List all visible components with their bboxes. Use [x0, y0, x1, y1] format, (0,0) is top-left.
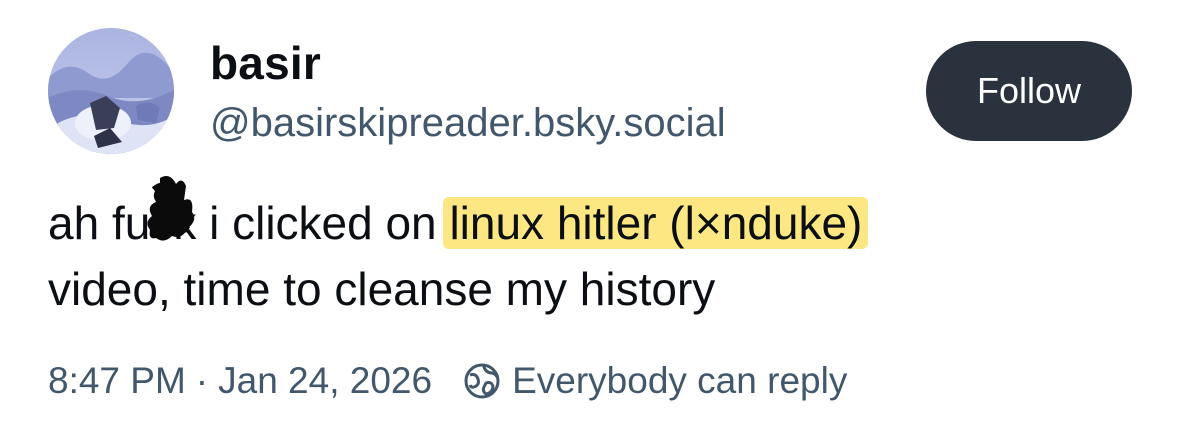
- meta-separator: ·: [195, 360, 209, 401]
- post-meta: 8:47 PM · Jan 24, 2026 Everybody can rep…: [48, 356, 847, 406]
- censored-text: ck: [150, 197, 197, 249]
- post-time[interactable]: 8:47 PM: [48, 356, 186, 406]
- post-text: ah fuck i clicked on linux hitler (l×ndu…: [48, 176, 1148, 322]
- post-text-line-1: ah fuck i clicked on linux hitler (l×ndu…: [48, 176, 1148, 256]
- reply-setting[interactable]: Everybody can reply: [512, 356, 847, 406]
- post-text-line-2: video, time to cleanse my history: [48, 263, 716, 315]
- post-text-segment: ah fu: [48, 197, 151, 249]
- follow-button[interactable]: Follow: [926, 41, 1132, 141]
- highlighted-text: linux hitler (l×nduke): [443, 197, 869, 249]
- author-handle[interactable]: @basirskipreader.bsky.social: [210, 98, 726, 148]
- reply-permissions-icon: [462, 361, 502, 401]
- censored-word: ck: [147, 176, 197, 256]
- post-card: basir @basirskipreader.bsky.social Follo…: [0, 0, 1179, 430]
- author-display-name[interactable]: basir: [210, 36, 321, 90]
- post-date[interactable]: Jan 24, 2026: [218, 356, 432, 406]
- avatar[interactable]: [48, 28, 174, 154]
- post-text-segment: i clicked on: [196, 197, 450, 249]
